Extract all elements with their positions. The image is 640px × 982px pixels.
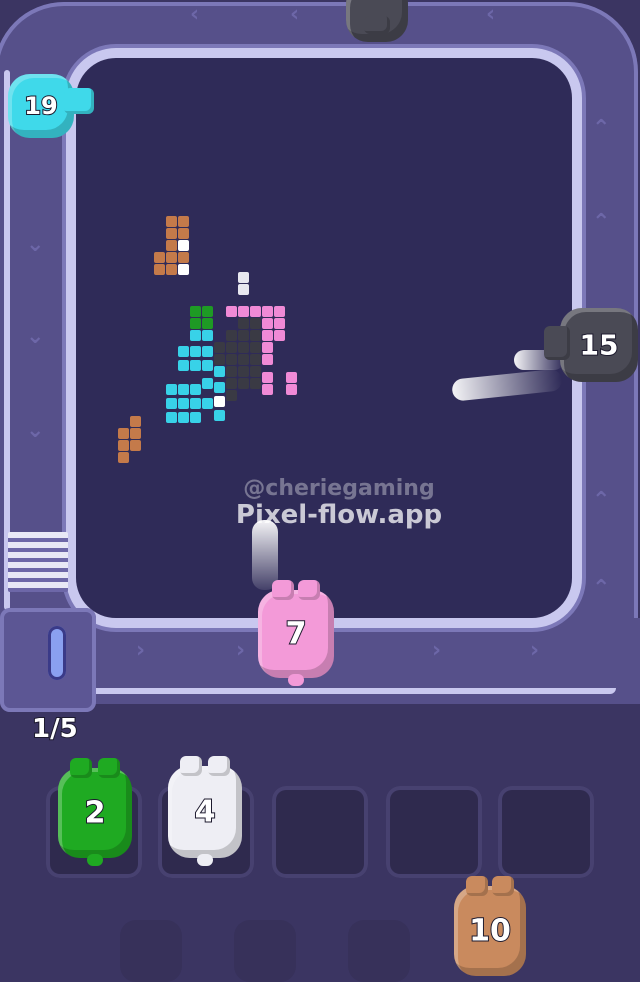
pig-tail bbox=[288, 674, 304, 686]
chevron-up-icon: ⌃ bbox=[592, 576, 611, 601]
watermark-handle: @cheriegaming bbox=[243, 476, 435, 501]
rail-left bbox=[4, 70, 10, 610]
ladder-ramp bbox=[8, 532, 68, 592]
pig-brown[interactable]: 10 bbox=[454, 876, 526, 976]
pig-ammo-count: 2 bbox=[84, 795, 107, 832]
pig-cyan[interactable]: 19 bbox=[8, 74, 94, 138]
projectile-beam bbox=[252, 520, 278, 590]
rail-bottom bbox=[96, 688, 616, 694]
watermark-site: Pixel-flow.app bbox=[235, 500, 443, 530]
pig-tail bbox=[197, 854, 213, 866]
pig-ear bbox=[492, 876, 514, 896]
pig-ammo-count: 19 bbox=[23, 91, 58, 121]
pig-ear bbox=[466, 876, 488, 896]
pig-ammo-count: 7 bbox=[285, 616, 308, 653]
pig-ear bbox=[70, 758, 92, 778]
watermark: @cheriegaming Pixel-flow.app bbox=[214, 476, 464, 528]
pig-green[interactable]: 2 bbox=[58, 758, 132, 866]
chevron-down-icon: ⌄ bbox=[26, 232, 45, 257]
queue-slot[interactable] bbox=[386, 786, 482, 878]
chevron-right-icon: › bbox=[136, 638, 146, 663]
reserve-slot bbox=[120, 920, 182, 982]
pig-ammo-count: 15 bbox=[579, 328, 620, 363]
pig-ammo-count: 10 bbox=[468, 913, 512, 950]
pig-ear bbox=[98, 758, 120, 778]
pig-pink[interactable]: 7 bbox=[258, 580, 334, 686]
reserve-slot bbox=[234, 920, 296, 982]
chevron-up-icon: ⌃ bbox=[592, 488, 611, 513]
chevron-right-icon: › bbox=[236, 638, 246, 663]
pixel-board bbox=[76, 58, 572, 618]
reserve-slot bbox=[348, 920, 410, 982]
pig-ear bbox=[298, 580, 320, 600]
queue-slot[interactable] bbox=[272, 786, 368, 878]
chevron-left-icon: ‹ bbox=[290, 2, 300, 27]
pig-ear bbox=[364, 16, 390, 34]
pig-white[interactable]: 4 bbox=[168, 756, 242, 866]
pig-gray-right[interactable]: 15 bbox=[544, 308, 638, 382]
chevron-left-icon: ‹ bbox=[190, 2, 200, 27]
pig-ear bbox=[272, 580, 294, 600]
chevron-down-icon: ⌄ bbox=[26, 324, 45, 349]
pig-gray-top[interactable] bbox=[346, 0, 408, 42]
pig-ear bbox=[208, 756, 230, 776]
queue-slot[interactable] bbox=[498, 786, 594, 878]
queue-counter: 1/5 bbox=[31, 713, 79, 745]
chevron-right-icon: › bbox=[530, 638, 540, 663]
chevron-up-icon: ⌃ bbox=[592, 210, 611, 235]
chevron-down-icon: ⌄ bbox=[26, 418, 45, 443]
pig-tail bbox=[87, 854, 103, 866]
chevron-up-icon: ⌃ bbox=[592, 116, 611, 141]
pig-ammo-count: 4 bbox=[194, 794, 217, 831]
chevron-right-icon: › bbox=[432, 638, 442, 663]
gate-slot bbox=[48, 626, 66, 680]
pig-ear bbox=[180, 756, 202, 776]
chevron-left-icon: ‹ bbox=[486, 2, 496, 27]
